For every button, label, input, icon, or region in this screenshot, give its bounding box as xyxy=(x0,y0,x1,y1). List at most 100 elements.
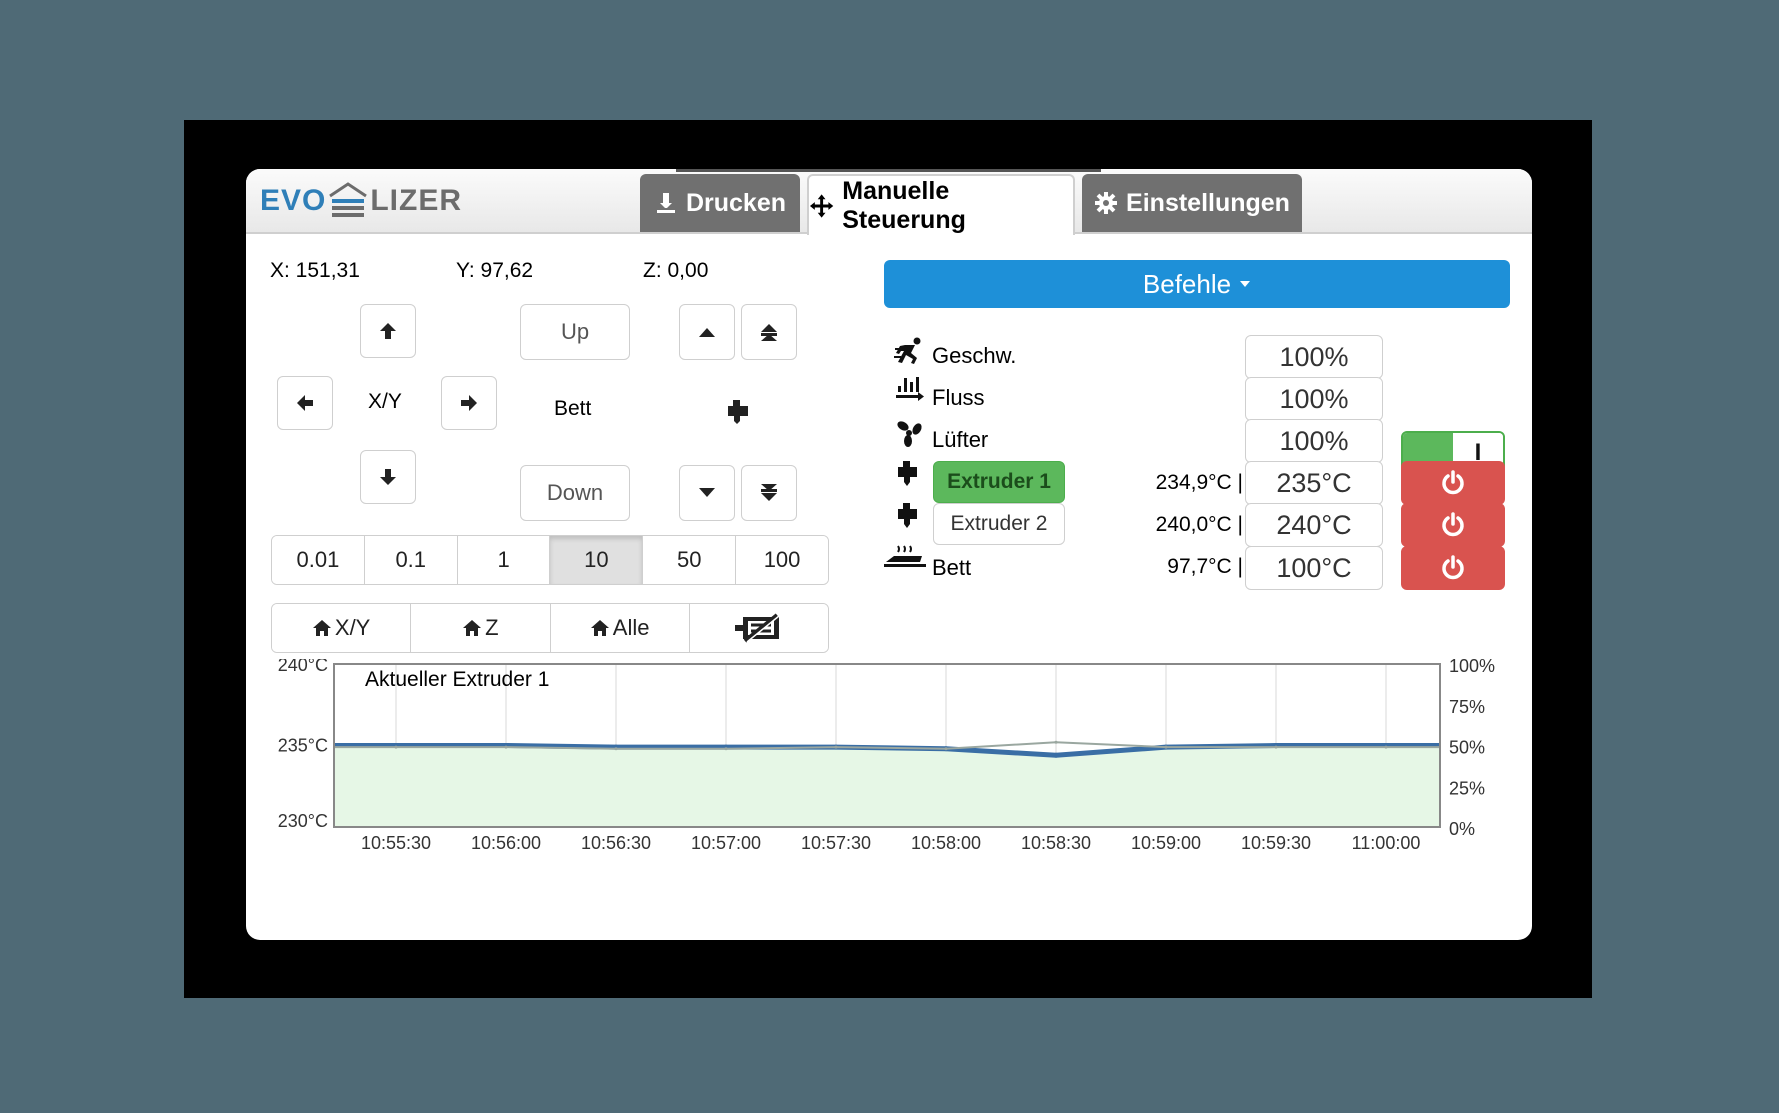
tab-manuelle-steuerung[interactable]: Manuelle Steuerung xyxy=(807,174,1075,235)
y-tick-label-right: 100% xyxy=(1449,659,1495,676)
series-point xyxy=(1054,740,1058,744)
x-tick-label: 10:56:00 xyxy=(471,833,541,849)
y-position: Y: 97,62 xyxy=(456,259,534,282)
x-tick-label: 10:57:00 xyxy=(691,833,761,849)
extrude-retract-fast-button[interactable] xyxy=(741,304,797,360)
x-tick-label: 10:57:30 xyxy=(801,833,871,849)
extruder2-target-input[interactable]: 240°C xyxy=(1245,503,1383,547)
bed-heater-label: Bett xyxy=(932,555,972,580)
home-z-label: Z xyxy=(485,615,499,640)
series-point xyxy=(834,745,838,749)
motors-off-icon xyxy=(734,613,780,643)
x-tick-label: 10:59:30 xyxy=(1241,833,1311,849)
logo-text-right: LIZER xyxy=(370,184,463,217)
motors-off-button[interactable] xyxy=(689,604,828,652)
power-icon xyxy=(1442,512,1464,537)
step-10-button[interactable]: 10 xyxy=(550,536,644,584)
tab-indicator xyxy=(676,169,1101,172)
bed-up-button[interactable]: Up xyxy=(520,304,630,360)
y-axis-left: 240°C 235°C 230°C xyxy=(278,659,328,831)
speed-label: Geschw. xyxy=(932,343,1017,368)
y-tick-label-right: 0% xyxy=(1449,819,1475,839)
flow-label: Fluss xyxy=(932,385,985,410)
y-tick-label-left: 230°C xyxy=(278,811,328,831)
bed-power-button[interactable] xyxy=(1401,546,1505,590)
home-icon xyxy=(312,620,331,636)
speed-input[interactable]: 100% xyxy=(1245,335,1383,379)
arrow-down-icon xyxy=(380,469,396,485)
extruder2-power-button[interactable] xyxy=(1401,503,1505,547)
chart-fill-area xyxy=(334,745,1440,827)
commands-label: Befehle xyxy=(1142,268,1232,299)
y-tick-label-left: 240°C xyxy=(278,659,328,675)
y-tick-label-right: 50% xyxy=(1449,738,1485,758)
x-tick-label: 10:58:00 xyxy=(911,833,981,849)
extruder-icon xyxy=(898,503,917,528)
step-50-button[interactable]: 50 xyxy=(643,536,737,584)
flow-icon xyxy=(896,377,924,401)
flow-input[interactable]: 100% xyxy=(1245,377,1383,421)
x-tick-label: 10:56:30 xyxy=(581,833,651,849)
y-tick-label-right: 25% xyxy=(1449,778,1485,798)
jog-y-plus-button[interactable] xyxy=(360,304,416,358)
double-caret-up-icon xyxy=(761,324,777,341)
home-all-button[interactable]: Alle xyxy=(550,604,690,652)
app-screen: EVO LIZER Drucken Manuelle Steuerung Ein… xyxy=(246,169,1532,940)
extrude-fast-button[interactable] xyxy=(741,465,797,521)
extruder2-current-temp: 240,0°C | xyxy=(1155,513,1243,536)
caret-up-icon xyxy=(699,328,715,337)
extruder2-button[interactable]: Extruder 2 xyxy=(933,503,1065,545)
power-icon xyxy=(1442,470,1464,495)
temperature-chart: Aktueller Extruder 1 240°C 235°C 230°C 100… xyxy=(278,659,1495,849)
commands-dropdown[interactable]: Befehle xyxy=(884,260,1510,308)
step-1-button[interactable]: 1 xyxy=(457,536,551,584)
step-0-01-button[interactable]: 0.01 xyxy=(272,536,365,584)
printer-icon xyxy=(656,193,675,213)
y-tick-label-right: 75% xyxy=(1449,697,1485,717)
extruder1-current-temp: 234,9°C | xyxy=(1155,471,1243,494)
logo-text-left: EVO xyxy=(260,184,327,217)
series-point xyxy=(1164,745,1168,749)
heated-bed-icon xyxy=(884,545,926,567)
tab-einstellungen[interactable]: Einstellungen xyxy=(1082,174,1302,232)
tab-label: Drucken xyxy=(685,188,787,217)
step-size-group: 0.01 0.1 1 10 50 100 xyxy=(271,535,829,585)
series-point xyxy=(394,745,398,749)
home-xy-button[interactable]: X/Y xyxy=(272,604,412,652)
series-point xyxy=(724,747,728,751)
double-caret-down-icon xyxy=(761,484,777,501)
xy-label: X/Y xyxy=(368,390,402,413)
step-100-button[interactable]: 100 xyxy=(736,536,828,584)
extruder1-power-button[interactable] xyxy=(1401,461,1505,505)
arrow-right-icon xyxy=(461,395,477,411)
jog-x-minus-button[interactable] xyxy=(277,376,333,430)
extruder1-target-input[interactable]: 235°C xyxy=(1245,461,1383,505)
bed-down-button[interactable]: Down xyxy=(520,465,630,521)
caret-down-icon xyxy=(1240,281,1251,287)
step-0-1-button[interactable]: 0.1 xyxy=(364,536,458,584)
x-tick-label: 11:00:00 xyxy=(1352,833,1421,849)
fan-icon xyxy=(897,421,922,447)
home-all-label: Alle xyxy=(612,615,650,640)
series-point xyxy=(614,747,618,751)
jog-y-minus-button[interactable] xyxy=(360,450,416,504)
move-icon xyxy=(809,193,834,218)
chart-title: Aktueller Extruder 1 xyxy=(365,668,549,691)
gear-icon xyxy=(1095,192,1118,214)
extrude-retract-button[interactable] xyxy=(679,304,735,360)
series-point xyxy=(1053,752,1059,758)
bed-current-temp: 97,7°C | xyxy=(1167,555,1243,578)
x-tick-label: 10:58:30 xyxy=(1021,833,1091,849)
home-icon xyxy=(463,620,482,636)
series-point xyxy=(1274,745,1278,749)
fan-input[interactable]: 100% xyxy=(1245,419,1383,463)
home-z-button[interactable]: Z xyxy=(411,604,551,652)
header-bar: EVO LIZER Drucken Manuelle Steuerung Ein… xyxy=(246,169,1532,235)
arrow-left-icon xyxy=(297,395,313,411)
jog-x-plus-button[interactable] xyxy=(441,376,497,430)
app-logo: EVO LIZER xyxy=(260,181,462,221)
bed-target-input[interactable]: 100°C xyxy=(1245,546,1383,590)
tab-drucken[interactable]: Drucken xyxy=(640,174,800,232)
extrude-button[interactable] xyxy=(679,465,735,521)
extruder1-button[interactable]: Extruder 1 xyxy=(933,461,1065,503)
